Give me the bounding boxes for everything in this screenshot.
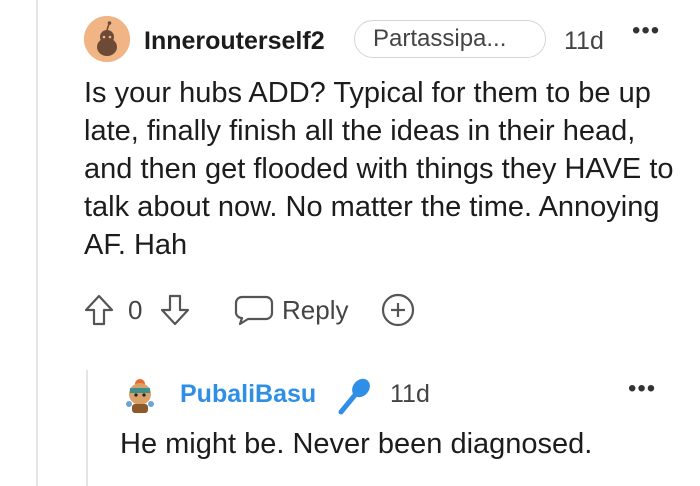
reply-header: PubaliBasu 11d ••• (120, 374, 660, 420)
comment-timestamp: 11d (564, 27, 604, 55)
plus-circle-icon[interactable] (380, 292, 416, 328)
chat-bubble-icon (234, 295, 274, 326)
reply-label: Reply (282, 295, 349, 325)
reply-timestamp: 11d (390, 380, 430, 408)
vote-count: 0 (128, 295, 143, 325)
comment-body: Is your hubs ADD? Typical for them to be… (84, 77, 674, 261)
comment-header: Innerouterself2 Partassipa... 11d ••• (84, 16, 680, 68)
comment-username[interactable]: Innerouterself2 (144, 27, 325, 56)
reply-avatar[interactable] (120, 374, 160, 414)
user-avatar[interactable] (84, 16, 130, 62)
reply-thread-line[interactable] (86, 370, 88, 486)
reply-button[interactable]: Reply (234, 290, 358, 330)
snoo-avatar-icon (84, 16, 130, 62)
comment-actions: 0 Reply (84, 290, 504, 334)
thread-line[interactable] (36, 0, 38, 486)
microphone-icon (338, 378, 370, 415)
reply-body: He might be. Never been diagnosed. (120, 428, 593, 460)
arrow-up-outline-icon[interactable] (84, 294, 114, 326)
user-flair: Partassipa... (354, 20, 546, 58)
more-options-button[interactable]: ••• (632, 16, 660, 46)
reply-username[interactable]: PubaliBasu (180, 380, 316, 409)
reply-more-options-button[interactable]: ••• (628, 374, 656, 404)
arrow-down-outline-icon[interactable] (160, 294, 190, 326)
